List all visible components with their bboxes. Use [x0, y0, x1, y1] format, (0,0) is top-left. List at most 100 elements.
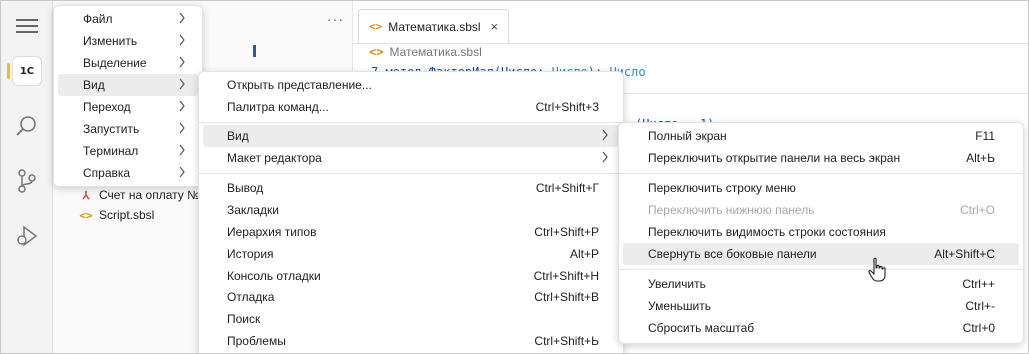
chevron-right-icon: [178, 122, 186, 137]
menu-label: Запустить: [83, 122, 140, 136]
hamburger-menu-icon[interactable]: [10, 9, 44, 43]
menu-item-run[interactable]: Запустить: [58, 118, 198, 140]
menu-separator: [619, 173, 1023, 174]
source-control-icon[interactable]: [10, 164, 44, 198]
chevron-right-icon: [601, 129, 609, 144]
menu-item-toggle-maximized-panel[interactable]: Переключить открытие панели на весь экра…: [623, 147, 1019, 169]
tab-matematika[interactable]: <> Математика.sbsl ×: [358, 9, 510, 43]
menu-item-bookmarks[interactable]: Закладки: [203, 199, 619, 221]
menu-shortcut: Ctrl+Shift+Р: [534, 225, 599, 239]
menu-item-view[interactable]: Вид: [58, 74, 198, 96]
menu-label: Вид: [83, 78, 105, 92]
breadcrumb-label: Математика.sbsl: [389, 45, 482, 59]
menu-item-open-view[interactable]: Открыть представление...: [203, 74, 619, 96]
sidebar-partial-text: [253, 45, 256, 57]
menu-item-zoom-in[interactable]: Увеличить Ctrl++: [623, 273, 1019, 295]
menu-item-zoom-out[interactable]: Уменьшить Ctrl+-: [623, 295, 1019, 317]
menu-item-help[interactable]: Справка: [58, 162, 198, 184]
menu-item-go[interactable]: Переход: [58, 96, 198, 118]
menu-label: Переключить открытие панели на весь экра…: [648, 151, 901, 165]
menu-item-fullscreen[interactable]: Полный экран F11: [623, 125, 1019, 147]
1c-logo-icon: 1C: [12, 56, 42, 86]
menu-label: Иерархия типов: [227, 225, 317, 239]
app-window: 1C ··· ⅄ Счет на оплату № <> Script.sbsl…: [0, 0, 1029, 354]
menu-item-type-hierarchy[interactable]: Иерархия типов Ctrl+Shift+Р: [203, 221, 619, 243]
file-item-script[interactable]: <> Script.sbsl: [79, 206, 154, 224]
menu-item-problems[interactable]: Проблемы Ctrl+Shift+Ь: [203, 330, 619, 352]
menu-label: Консоль отладки: [227, 269, 321, 283]
menu-label: Справка: [83, 166, 131, 180]
search-icon[interactable]: [10, 109, 44, 143]
menu-shortcut: Ctrl+0: [962, 321, 995, 335]
menu-label: Терминал: [83, 144, 139, 158]
chevron-right-icon: [178, 100, 186, 115]
menu-shortcut: Ctrl++: [962, 277, 995, 291]
menu-shortcut: Alt+Shift+C: [934, 247, 995, 261]
menu-item-command-palette[interactable]: Палитра команд... Ctrl+Shift+3: [203, 96, 619, 118]
file-name: Счет на оплату №: [99, 188, 200, 202]
1c-logo-button[interactable]: 1C: [10, 54, 44, 88]
menu-item-toggle-menu-bar[interactable]: Переключить строку меню: [623, 177, 1019, 199]
menu-item-view-submenu[interactable]: Вид: [203, 125, 619, 147]
pdf-icon: ⅄: [82, 189, 90, 202]
menu-item-toggle-bottom-panel: Переключить нижнюю панель Ctrl+О: [623, 199, 1019, 221]
menu-item-edit[interactable]: Изменить: [58, 30, 198, 52]
menu-item-debug-console[interactable]: Консоль отладки Ctrl+Shift+Н: [203, 265, 619, 287]
menu-item-search[interactable]: Поиск: [203, 308, 619, 330]
file-name: Script.sbsl: [99, 208, 155, 222]
menu-item-history[interactable]: История Alt+Р: [203, 243, 619, 265]
menu-separator: [619, 269, 1023, 270]
menu-item-selection[interactable]: Выделение: [58, 52, 198, 74]
hand-pointer-icon: [867, 257, 889, 286]
chevron-right-icon: [178, 144, 186, 159]
chevron-right-icon: [178, 34, 186, 49]
menu-label: Вывод: [227, 181, 264, 195]
menu-label: Увеличить: [648, 277, 706, 291]
menu-label: Макет редактора: [227, 151, 322, 165]
menu-shortcut: Alt+Ь: [966, 151, 995, 165]
menu-item-editor-layout[interactable]: Макет редактора: [203, 147, 619, 169]
menu-separator: [199, 122, 623, 123]
menu-label: Переключить нижнюю панель: [648, 203, 815, 217]
run-debug-icon[interactable]: [10, 219, 44, 253]
menu-shortcut: Ctrl+Shift+3: [535, 100, 599, 114]
menu-shortcut: Ctrl+Shift+Г: [535, 181, 599, 195]
more-actions-button[interactable]: ···: [327, 11, 344, 27]
file-item-invoice[interactable]: ⅄ Счет на оплату №: [79, 186, 200, 204]
code-file-icon: <>: [369, 20, 383, 33]
menu-item-collapse-side-panels[interactable]: Свернуть все боковые панели Alt+Shift+C: [623, 243, 1019, 265]
menu-label: Полный экран: [648, 129, 727, 143]
menu-label: Проблемы: [227, 334, 286, 348]
menu-label: Палитра команд...: [227, 100, 329, 114]
menu-item-reset-zoom[interactable]: Сбросить масштаб Ctrl+0: [623, 317, 1019, 339]
menu-label: Поиск: [227, 312, 261, 326]
menu-item-toggle-status-bar[interactable]: Переключить видимость строки состояния: [623, 221, 1019, 243]
menu-label: Выделение: [83, 56, 147, 70]
main-menu: Файл Изменить Выделение Вид Переход Запу…: [53, 5, 203, 187]
menu-item-terminal[interactable]: Терминал: [58, 140, 198, 162]
menu-label: Свернуть все боковые панели: [648, 247, 817, 261]
menu-shortcut: Ctrl+Shift+Ь: [534, 334, 599, 348]
view-submenu: Полный экран F11 Переключить открытие пан…: [618, 122, 1024, 344]
menu-separator: [199, 173, 623, 174]
menu-item-file[interactable]: Файл: [58, 8, 198, 30]
chevron-right-icon: [178, 78, 186, 93]
menu-item-output[interactable]: Вывод Ctrl+Shift+Г: [203, 177, 619, 199]
breadcrumb[interactable]: <> Математика.sbsl: [369, 45, 482, 59]
menu-label: Вид: [227, 129, 249, 143]
menu-label: Сбросить масштаб: [648, 321, 755, 335]
chevron-right-icon: [178, 166, 186, 181]
menu-shortcut: F11: [975, 129, 995, 143]
menu-label: Переключить строку меню: [648, 181, 796, 195]
code-file-icon: <>: [79, 208, 93, 222]
menu-shortcut: Ctrl+-: [965, 299, 995, 313]
menu-label: Отладка: [227, 290, 275, 304]
view-menu: Открыть представление... Палитра команд.…: [198, 71, 624, 353]
menu-item-debug[interactable]: Отладка Ctrl+Shift+В: [203, 286, 619, 308]
close-icon[interactable]: ×: [491, 19, 499, 34]
chevron-right-icon: [178, 56, 186, 71]
chevron-right-icon: [601, 151, 609, 166]
menu-label: Файл: [83, 12, 113, 26]
chevron-right-icon: [178, 12, 186, 27]
menu-label: Открыть представление...: [227, 78, 372, 92]
